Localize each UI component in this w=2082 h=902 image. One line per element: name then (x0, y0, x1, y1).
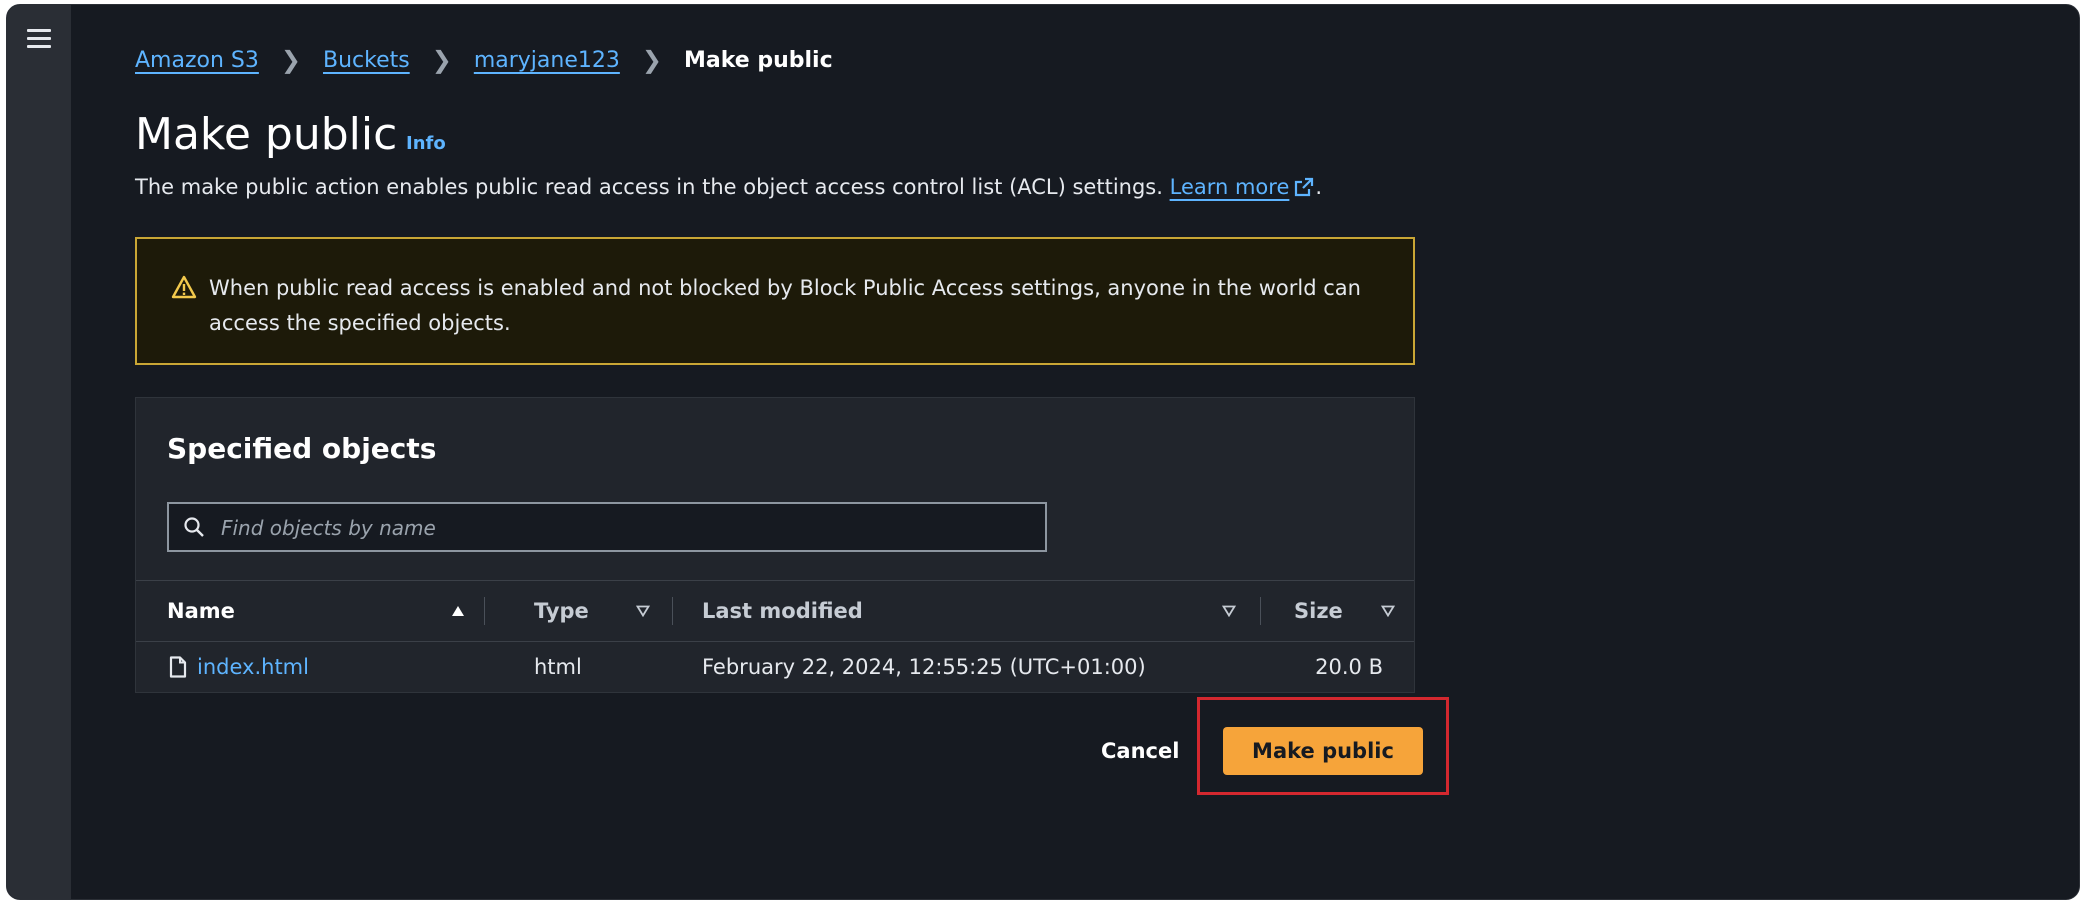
chevron-right-icon: ❯ (431, 46, 452, 74)
column-divider[interactable] (672, 597, 673, 625)
chevron-right-icon: ❯ (641, 46, 662, 74)
description-end: . (1315, 175, 1323, 199)
page-title: Make public (135, 109, 398, 160)
breadcrumb-bucket[interactable]: maryjane123 (474, 48, 620, 73)
search-box[interactable] (167, 502, 1047, 552)
search-icon (184, 517, 204, 537)
warning-icon (171, 275, 197, 299)
side-nav-rail (7, 5, 71, 899)
object-link[interactable]: index.html (197, 655, 309, 679)
column-divider[interactable] (484, 597, 485, 625)
sort-ascending-icon[interactable] (451, 605, 465, 617)
menu-icon[interactable] (27, 29, 51, 51)
breadcrumb-current: Make public (683, 47, 833, 73)
info-link[interactable]: Info (406, 133, 446, 154)
cancel-button[interactable]: Cancel (1097, 727, 1183, 775)
sort-descending-icon[interactable] (1222, 605, 1236, 617)
cell-name: index.html (169, 642, 309, 692)
breadcrumb-buckets[interactable]: Buckets (323, 48, 410, 73)
sort-descending-icon[interactable] (1381, 605, 1395, 617)
panel-title: Specified objects (167, 432, 437, 465)
app-window: Amazon S3 ❯ Buckets ❯ maryjane123 ❯ Make… (6, 4, 2080, 900)
page-description: The make public action enables public re… (135, 175, 1322, 199)
table-row: index.html html February 22, 2024, 12:55… (136, 642, 1414, 692)
warning-text: When public read access is enabled and n… (209, 276, 1361, 335)
breadcrumb-amazon-s3[interactable]: Amazon S3 (135, 48, 259, 73)
sort-descending-icon[interactable] (636, 605, 650, 617)
column-divider[interactable] (1260, 597, 1261, 625)
column-header-size[interactable]: Size (1294, 581, 1343, 641)
breadcrumb: Amazon S3 ❯ Buckets ❯ maryjane123 ❯ Make… (135, 43, 833, 77)
cell-type: html (534, 655, 582, 679)
cell-size: 20.0 B (1315, 655, 1383, 679)
external-link-icon[interactable] (1293, 176, 1315, 198)
specified-objects-panel: Specified objects Name Type Last modifie… (135, 397, 1415, 693)
file-icon (169, 656, 187, 678)
search-input[interactable] (219, 504, 1023, 552)
table-header: Name Type Last modified Size (136, 580, 1414, 642)
column-header-name[interactable]: Name (167, 581, 235, 641)
cell-last-modified: February 22, 2024, 12:55:25 (UTC+01:00) (702, 655, 1146, 679)
description-text: The make public action enables public re… (135, 175, 1163, 199)
column-header-type[interactable]: Type (534, 581, 589, 641)
column-header-last-modified[interactable]: Last modified (702, 581, 863, 641)
chevron-right-icon: ❯ (280, 46, 301, 74)
make-public-button[interactable]: Make public (1223, 727, 1423, 775)
warning-alert: When public read access is enabled and n… (135, 237, 1415, 365)
learn-more-link[interactable]: Learn more (1170, 175, 1290, 199)
